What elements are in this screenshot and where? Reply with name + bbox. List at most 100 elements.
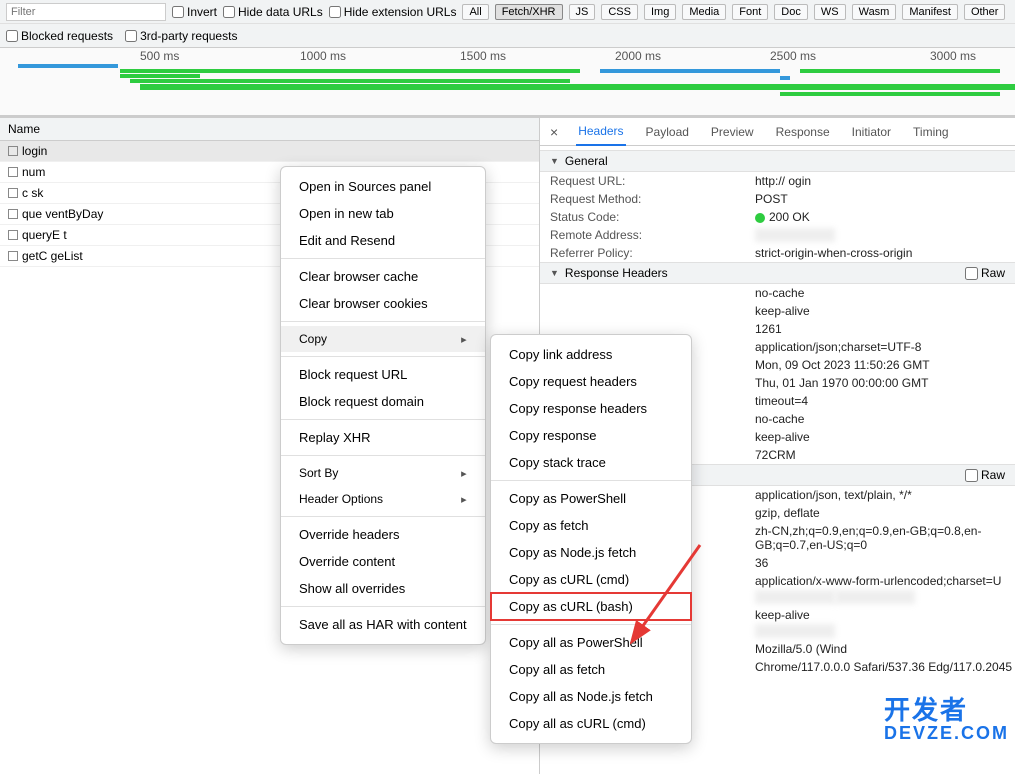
type-font[interactable]: Font (732, 4, 768, 20)
request-icon (8, 230, 18, 240)
menu-separator (281, 455, 485, 456)
blocked-requests-label: Blocked requests (21, 29, 113, 43)
ctx-replay-xhr[interactable]: Replay XHR (281, 424, 485, 451)
status-code-value: 200 OK (755, 210, 810, 224)
raw-checkbox[interactable]: Raw (965, 266, 1005, 280)
menu-separator (281, 356, 485, 357)
ctx-show-all-overrides[interactable]: Show all overrides (281, 575, 485, 602)
copy-submenu-item[interactable]: Copy all as PowerShell (491, 629, 691, 656)
header-value: 36 (755, 554, 1015, 572)
third-party-label: 3rd-party requests (140, 29, 237, 43)
type-all[interactable]: All (462, 4, 488, 20)
header-value: keep-alive (755, 606, 1015, 624)
timeline-overview[interactable]: 500 ms 1000 ms 1500 ms 2000 ms 2500 ms 3… (0, 48, 1015, 118)
hide-ext-urls-checkbox[interactable]: Hide extension URLs (329, 5, 457, 19)
blocked-requests-checkbox[interactable]: Blocked requests (6, 29, 113, 43)
ctx-copy[interactable]: Copy (281, 326, 485, 352)
type-doc[interactable]: Doc (774, 4, 808, 20)
third-party-checkbox[interactable]: 3rd-party requests (125, 29, 237, 43)
copy-submenu-item[interactable]: Copy as Node.js fetch (491, 539, 691, 566)
header-value: Mon, 09 Oct 2023 11:50:26 GMT (755, 356, 1015, 374)
chevron-down-icon: ▼ (550, 268, 559, 278)
type-img[interactable]: Img (644, 4, 676, 20)
request-url-value: http:// ogin (755, 174, 811, 188)
type-ws[interactable]: WS (814, 4, 846, 20)
copy-submenu-item[interactable]: Copy as cURL (cmd) (491, 566, 691, 593)
tab-timing[interactable]: Timing (911, 119, 951, 145)
tab-preview[interactable]: Preview (709, 119, 756, 145)
tab-response[interactable]: Response (774, 119, 832, 145)
type-js[interactable]: JS (569, 4, 596, 20)
ctx-edit-resend[interactable]: Edit and Resend (281, 227, 485, 254)
ctx-header-options[interactable]: Header Options (281, 486, 485, 512)
request-row[interactable]: login (0, 141, 539, 162)
copy-submenu-item[interactable]: Copy as PowerShell (491, 485, 691, 512)
copy-submenu-item[interactable]: Copy as cURL (bash) (491, 593, 691, 620)
header-value: timeout=4 (755, 392, 1015, 410)
menu-separator (281, 419, 485, 420)
type-wasm[interactable]: Wasm (852, 4, 897, 20)
filter-input[interactable] (6, 3, 166, 21)
ctx-override-headers[interactable]: Override headers (281, 521, 485, 548)
copy-submenu-item[interactable]: Copy all as Node.js fetch (491, 683, 691, 710)
hide-data-urls-checkbox[interactable]: Hide data URLs (223, 5, 323, 19)
network-toolbar: Invert Hide data URLs Hide extension URL… (0, 0, 1015, 24)
ctx-override-content[interactable]: Override content (281, 548, 485, 575)
copy-submenu-item[interactable]: Copy request headers (491, 368, 691, 395)
copy-submenu-item[interactable]: Copy response headers (491, 395, 691, 422)
menu-separator (281, 606, 485, 607)
header-value (755, 624, 835, 638)
copy-submenu-item[interactable]: Copy all as fetch (491, 656, 691, 683)
invert-checkbox[interactable]: Invert (172, 5, 217, 19)
request-name: getC geList (22, 249, 83, 263)
request-list-header[interactable]: Name (0, 118, 539, 141)
copy-submenu-item[interactable]: Copy link address (491, 341, 691, 368)
section-general-label: General (565, 154, 608, 168)
menu-separator (281, 258, 485, 259)
ctx-clear-cookies[interactable]: Clear browser cookies (281, 290, 485, 317)
tab-initiator[interactable]: Initiator (850, 119, 893, 145)
header-value: zh-CN,zh;q=0.9,en;q=0.9,en-GB;q=0.8,en-G… (755, 522, 1015, 554)
ctx-save-all-har[interactable]: Save all as HAR with content (281, 611, 485, 638)
type-manifest[interactable]: Manifest (902, 4, 958, 20)
remote-address-value (755, 228, 835, 242)
type-other[interactable]: Other (964, 4, 1006, 20)
header-value: Mozilla/5.0 (Wind (755, 640, 1015, 658)
ctx-open-sources[interactable]: Open in Sources panel (281, 173, 485, 200)
ctx-block-domain[interactable]: Block request domain (281, 388, 485, 415)
ctx-sort-by[interactable]: Sort By (281, 460, 485, 486)
ctx-clear-cache[interactable]: Clear browser cache (281, 263, 485, 290)
ctx-block-url[interactable]: Block request URL (281, 361, 485, 388)
request-name: c sk (22, 186, 43, 200)
request-name: queryE t (22, 228, 67, 242)
copy-submenu-item[interactable]: Copy stack trace (491, 449, 691, 476)
copy-submenu: Copy link addressCopy request headersCop… (490, 334, 692, 744)
section-response-headers-label: Response Headers (565, 266, 668, 280)
context-menu: Open in Sources panel Open in new tab Ed… (280, 166, 486, 645)
section-response-headers[interactable]: ▼ Response Headers Raw (540, 262, 1015, 284)
request-url-label: Request URL: (550, 174, 755, 188)
raw-checkbox-2[interactable]: Raw (965, 468, 1005, 482)
type-css[interactable]: CSS (601, 4, 638, 20)
status-code-label: Status Code: (550, 210, 755, 224)
timeline-labels: 500 ms 1000 ms 1500 ms 2000 ms 2500 ms 3… (0, 48, 1015, 64)
referrer-policy-value: strict-origin-when-cross-origin (755, 246, 912, 260)
header-value: no-cache (755, 410, 1015, 428)
copy-submenu-item[interactable]: Copy all as cURL (cmd) (491, 710, 691, 737)
copy-submenu-item[interactable]: Copy response (491, 422, 691, 449)
header-value (835, 590, 915, 604)
network-toolbar-2: Blocked requests 3rd-party requests (0, 24, 1015, 48)
section-general[interactable]: ▼ General (540, 150, 1015, 172)
request-name: login (22, 144, 47, 158)
header-value: no-cache (755, 284, 1015, 302)
menu-separator (281, 516, 485, 517)
hide-data-urls-label: Hide data URLs (238, 5, 323, 19)
close-icon[interactable]: × (550, 124, 558, 140)
type-media[interactable]: Media (682, 4, 726, 20)
request-name: que ventByDay (22, 207, 103, 221)
tab-headers[interactable]: Headers (576, 118, 625, 146)
tab-payload[interactable]: Payload (644, 119, 691, 145)
type-fetch-xhr[interactable]: Fetch/XHR (495, 4, 563, 20)
copy-submenu-item[interactable]: Copy as fetch (491, 512, 691, 539)
ctx-open-new-tab[interactable]: Open in new tab (281, 200, 485, 227)
